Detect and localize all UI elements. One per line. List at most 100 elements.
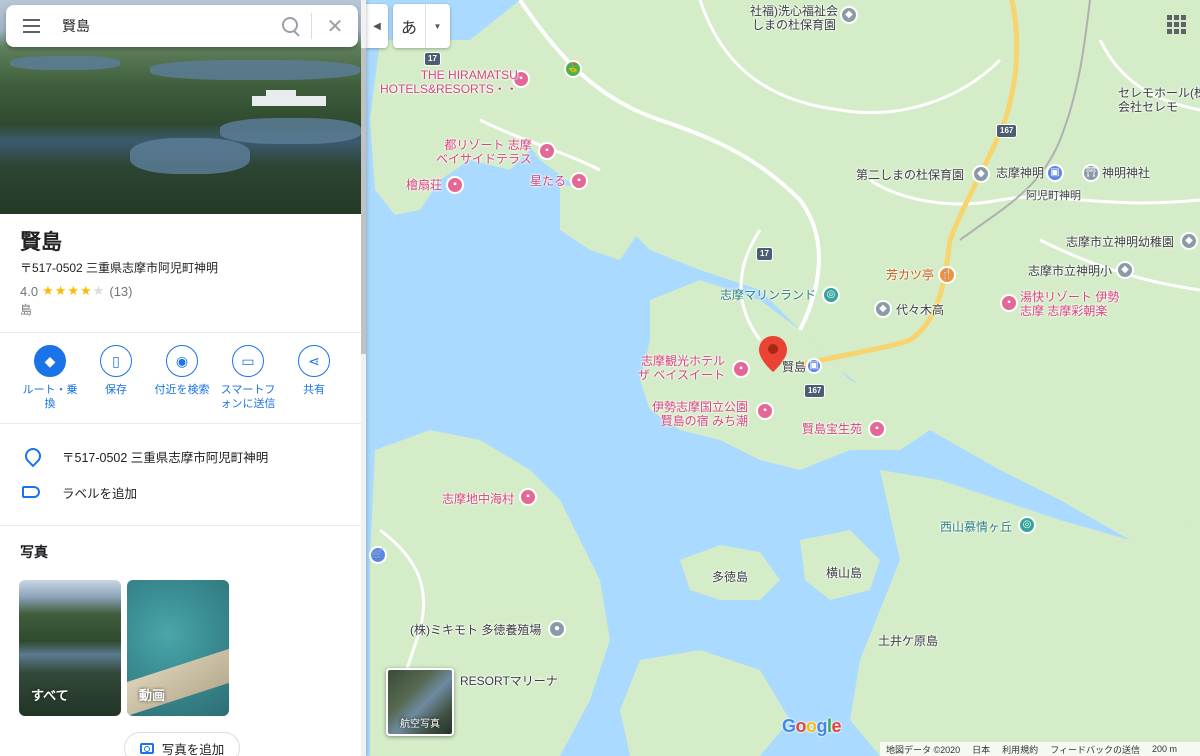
- place-details-panel: 賢島 ✕ 賢島 〒517-0502 三重県志摩市阿児町神明 4.0 ★★★★★ …: [0, 0, 366, 756]
- panel-scrollbar[interactable]: [361, 0, 366, 756]
- address-row[interactable]: 〒517-0502 三重県志摩市阿児町神明: [0, 438, 361, 474]
- attraction-pin-icon[interactable]: ◎: [1018, 516, 1036, 534]
- photo-label: すべて: [31, 688, 69, 703]
- add-label-row[interactable]: ラベルを追加: [0, 474, 361, 510]
- menu-icon[interactable]: [6, 5, 56, 47]
- close-icon[interactable]: ✕: [312, 5, 358, 47]
- school-pin-icon[interactable]: ◆: [840, 6, 858, 24]
- place-miyako-resort[interactable]: 都リゾート 志摩 ベイサイドテラス: [436, 138, 532, 166]
- train-station-icon[interactable]: ▣: [1046, 164, 1064, 182]
- place-shakai[interactable]: 社福)洗心福祉会 しまの杜保育園: [750, 4, 838, 32]
- place-tatoku: 多徳島: [712, 570, 749, 584]
- place-category: 島: [20, 303, 33, 317]
- place-shinmei-shrine[interactable]: 神明神社: [1102, 166, 1150, 180]
- place-shinmei-kinder[interactable]: 志摩市立神明幼稚園: [1066, 235, 1174, 249]
- hotel-pin-icon[interactable]: ▪: [732, 360, 750, 378]
- place-resort-marina[interactable]: RESORTマリーナ: [460, 674, 558, 688]
- directions-icon: ◆: [34, 345, 66, 377]
- place-nishiyama[interactable]: 西山慕情ヶ丘: [940, 520, 1012, 534]
- restaurant-pin-icon[interactable]: 🍴: [938, 266, 956, 284]
- language-toggle-button[interactable]: あ ▼: [393, 4, 450, 48]
- place-hiramatsu[interactable]: THE HIRAMATSU HOTELS&RESORTS・・: [380, 68, 518, 96]
- nearby-search-button[interactable]: ◉ 付近を検索: [149, 345, 215, 411]
- satellite-layer-toggle[interactable]: 航空写真: [386, 668, 454, 736]
- hotel-pin-icon[interactable]: ▪: [446, 176, 464, 194]
- action-label: 保存: [105, 384, 127, 396]
- action-label: 共有: [303, 384, 325, 396]
- language-label: あ: [400, 20, 417, 37]
- divider: [0, 423, 361, 424]
- place-mikimoto[interactable]: (株)ミキモト 多徳養殖場: [410, 623, 541, 637]
- place-kashikojima-station[interactable]: 賢島: [782, 360, 806, 374]
- share-button[interactable]: ⋖ 共有: [281, 345, 347, 411]
- place-yuraku[interactable]: 湯快リゾート 伊勢 志摩 志摩彩朝楽: [1020, 290, 1119, 318]
- place-hokatsu[interactable]: 芳カツ亭: [886, 268, 934, 282]
- search-box[interactable]: 賢島 ✕: [6, 5, 358, 47]
- search-icon[interactable]: [271, 5, 311, 47]
- terms-link[interactable]: 利用規約: [1002, 743, 1038, 756]
- scale-label: 200 m: [1152, 744, 1178, 754]
- place-daini-hoikuen[interactable]: 第二しまの杜保育園: [856, 168, 964, 182]
- search-input[interactable]: 賢島: [56, 16, 271, 36]
- school-pin-icon[interactable]: ◆: [1116, 261, 1134, 279]
- collapse-panel-button[interactable]: ◀: [366, 4, 388, 48]
- photos-heading: 写真: [20, 544, 48, 560]
- hotel-pin-icon[interactable]: ▪: [868, 420, 886, 438]
- place-shinmei-area: 阿児町神明: [1026, 190, 1081, 202]
- feedback-link[interactable]: フィードバックの送信: [1050, 743, 1140, 756]
- place-shinmei-station[interactable]: 志摩神明: [996, 166, 1044, 180]
- place-chichukai[interactable]: 志摩地中海村: [442, 492, 514, 506]
- hotel-pin-icon[interactable]: ▪: [570, 172, 588, 190]
- location-pin-icon: [25, 448, 37, 464]
- apps-grid-icon[interactable]: [1164, 12, 1188, 36]
- star-rating-icon: ★★★★★: [42, 283, 106, 298]
- place-kankou-hotel[interactable]: 志摩観光ホテル ザ ベイスイート: [638, 354, 725, 382]
- school-pin-icon[interactable]: ◆: [1180, 232, 1198, 250]
- review-count[interactable]: (13): [109, 284, 132, 299]
- place-yoyogi[interactable]: 代々木高: [896, 303, 944, 317]
- place-shinmei-elem[interactable]: 志摩市立神明小: [1028, 264, 1112, 278]
- share-icon: ⋖: [298, 345, 330, 377]
- action-label: 付近を検索: [154, 384, 210, 396]
- poi-pin-icon[interactable]: ●: [548, 620, 566, 638]
- train-station-icon[interactable]: ▣: [806, 358, 822, 374]
- hotel-pin-icon[interactable]: ▪: [519, 488, 537, 506]
- attraction-pin-icon[interactable]: ◎: [822, 286, 840, 304]
- place-seremo[interactable]: セレモホール(株 会社セレモ: [1118, 86, 1200, 114]
- map-data-credit: 地図データ ©2020: [886, 744, 961, 755]
- place-hoshitaru[interactable]: 星たる: [530, 174, 566, 188]
- rating-row[interactable]: 4.0 ★★★★★ (13): [20, 283, 132, 299]
- action-label: ルート・乗換: [22, 384, 78, 410]
- divider: [0, 332, 361, 333]
- place-yokoyama: 横山島: [826, 566, 863, 580]
- photo-label: 動画: [139, 688, 166, 703]
- save-button[interactable]: ▯ 保存: [83, 345, 149, 411]
- school-pin-icon[interactable]: ◆: [874, 300, 892, 318]
- divider: [0, 525, 361, 526]
- place-title: 賢島: [20, 231, 62, 254]
- photo-video[interactable]: 動画: [127, 580, 229, 716]
- satellite-label: 航空写真: [400, 719, 440, 730]
- chevron-down-icon[interactable]: ▼: [425, 4, 449, 48]
- region-link[interactable]: 日本: [972, 743, 990, 756]
- directions-button[interactable]: ◆ ルート・乗換: [17, 345, 83, 411]
- action-label: スマートフォンに送信: [220, 384, 276, 410]
- school-pin-icon[interactable]: ◆: [972, 165, 990, 183]
- photo-all[interactable]: すべて: [19, 580, 121, 716]
- place-kashikojima-houseiso[interactable]: 賢島宝生苑: [802, 422, 862, 436]
- place-kaisen[interactable]: 檜扇荘: [406, 178, 442, 192]
- route-shield: 167: [804, 384, 826, 398]
- address-text: 〒517-0502 三重県志摩市阿児町神明: [62, 450, 269, 465]
- send-to-phone-button[interactable]: ▭ スマートフォンに送信: [215, 345, 281, 411]
- hotel-pin-icon[interactable]: ▪: [756, 402, 774, 420]
- action-bar: ◆ ルート・乗換 ▯ 保存 ◉ 付近を検索 ▭ スマートフォンに送信 ⋖ 共有: [0, 345, 361, 411]
- place-ise-park[interactable]: 伊勢志摩国立公園 賢島の宿 みち潮: [652, 400, 748, 428]
- hotel-pin-icon[interactable]: ▪: [538, 142, 556, 160]
- shrine-pin-icon[interactable]: ⛩: [1082, 164, 1100, 182]
- golf-pin-icon[interactable]: ⛳: [564, 60, 582, 78]
- hotel-pin-icon[interactable]: ▪: [1000, 294, 1018, 312]
- add-photo-button[interactable]: 写真を追加: [124, 732, 240, 756]
- route-shield: 17: [756, 247, 773, 261]
- place-marineland[interactable]: 志摩マリンランド: [720, 288, 816, 302]
- shopping-pin-icon[interactable]: 🛒: [369, 546, 387, 564]
